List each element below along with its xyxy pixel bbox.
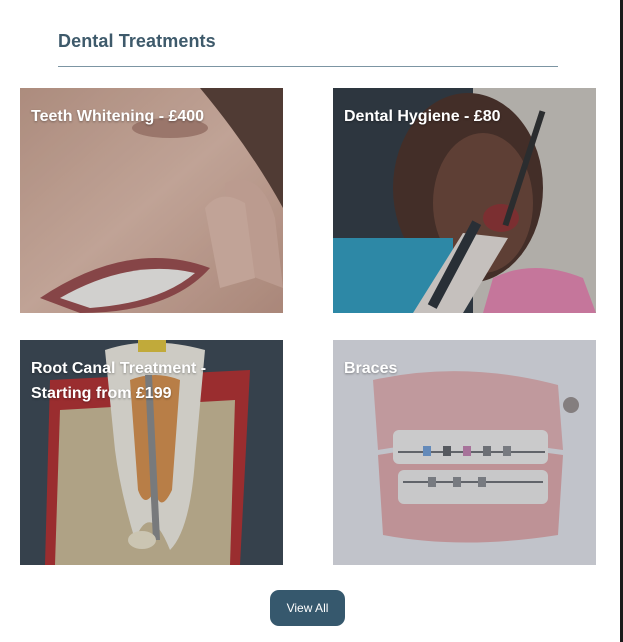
treatment-card-dental-hygiene[interactable]: Dental Hygiene - £80 [333, 88, 596, 313]
card-label: Dental Hygiene - £80 [344, 108, 501, 125]
section-title: Dental Treatments [58, 31, 216, 51]
card-label: Root Canal Treatment - Starting from £19… [31, 360, 207, 402]
treatment-card-braces[interactable]: Braces [333, 340, 596, 565]
treatment-card-teeth-whitening[interactable]: Teeth Whitening - £400 [20, 88, 283, 313]
card-label: Braces [344, 360, 398, 377]
view-all-button[interactable]: View All [270, 590, 345, 626]
treatment-card-root-canal[interactable]: Root Canal Treatment - Starting from £19… [20, 340, 283, 565]
card-label: Teeth Whitening - £400 [31, 108, 205, 125]
title-divider [58, 66, 558, 67]
